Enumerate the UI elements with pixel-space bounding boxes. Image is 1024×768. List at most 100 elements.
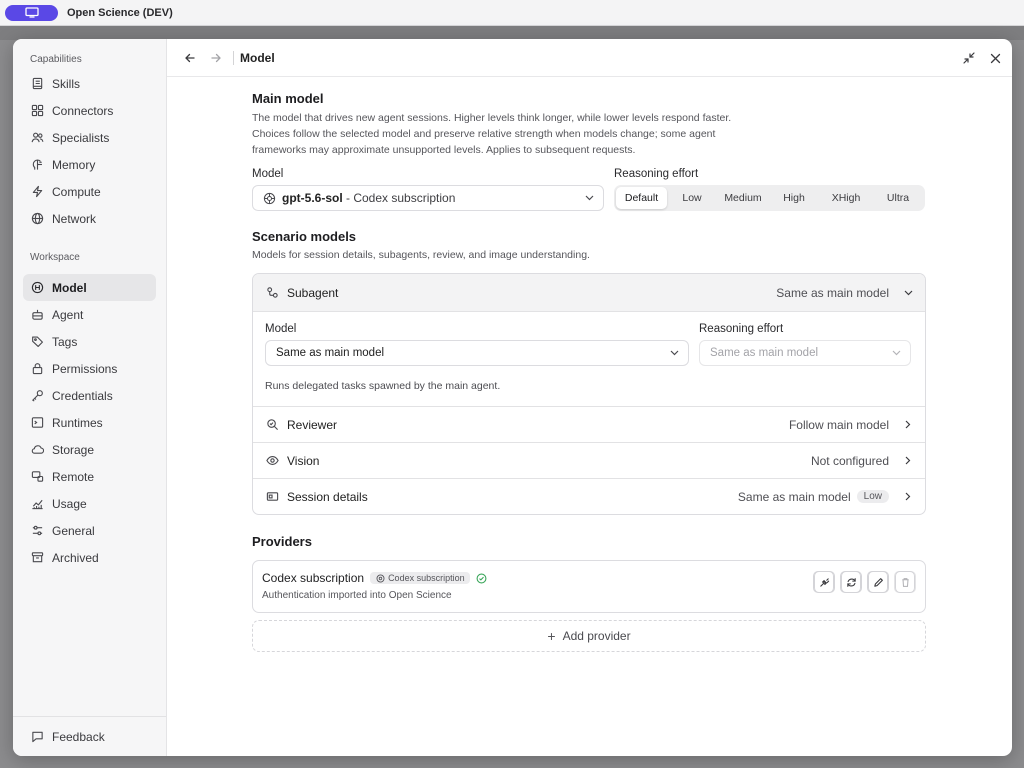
scenario-row-value: Follow main model [788, 417, 889, 432]
session-details-value: Same as main model [737, 489, 851, 504]
provider-type-tag: Codex subscription [370, 572, 470, 584]
effort-option-high[interactable]: High [769, 187, 819, 209]
provider-edit-button[interactable] [867, 571, 889, 593]
robot-icon [30, 308, 44, 322]
subagent-effort-select: Same as main model [699, 340, 911, 366]
eye-icon [265, 454, 279, 468]
sidebar-item-credentials[interactable]: Credentials [23, 382, 156, 409]
scenario-models-card: Subagent Same as main model Model Reason… [252, 273, 926, 515]
key-icon [30, 389, 44, 403]
effort-option-xhigh[interactable]: XHigh [819, 187, 873, 209]
openai-icon [375, 573, 385, 583]
tag-icon [30, 335, 44, 349]
sidebar-item-label: Permissions [52, 361, 118, 376]
forward-button[interactable] [207, 49, 225, 67]
sliders-icon [30, 524, 44, 538]
grid-icon [30, 104, 44, 118]
archive-icon [30, 551, 44, 565]
subagent-effort-label: Reasoning effort [699, 323, 784, 335]
effort-option-low[interactable]: Low [667, 187, 717, 209]
scenario-row-reviewer[interactable]: Reviewer Follow main model [253, 406, 925, 442]
sidebar-item-label: Model [52, 280, 87, 295]
scenario-models-description: Models for session details, subagents, r… [252, 249, 590, 261]
arrow-right-icon [210, 52, 222, 64]
sidebar-item-permissions[interactable]: Permissions [23, 355, 156, 382]
review-icon [265, 418, 279, 432]
back-button[interactable] [181, 49, 199, 67]
model-label: Model [252, 168, 284, 180]
subagent-model-select[interactable]: Same as main model [265, 340, 689, 366]
sidebar-item-memory[interactable]: Memory [23, 151, 156, 178]
check-circle-icon [476, 573, 487, 584]
provider-connect-button[interactable] [813, 571, 835, 593]
sidebar-item-remote[interactable]: Remote [23, 463, 156, 490]
scenario-row-label: Subagent [287, 285, 339, 300]
sidebar-item-runtimes[interactable]: Runtimes [23, 409, 156, 436]
main-model-description: The model that drives new agent sessions… [252, 112, 732, 156]
effort-option-ultra[interactable]: Ultra [873, 187, 923, 209]
effort-option-default[interactable]: Default [616, 187, 667, 209]
sidebar-item-skills[interactable]: Skills [23, 70, 156, 97]
model-icon [30, 281, 44, 295]
model-settings-content: Main model The model that drives new age… [252, 91, 926, 652]
sidebar-item-specialists[interactable]: Specialists [23, 124, 156, 151]
providers-heading: Providers [252, 534, 312, 549]
sidebar-item-label: Specialists [52, 130, 110, 145]
scenario-row-subagent[interactable]: Subagent Same as main model [253, 274, 925, 311]
pencil-icon [868, 571, 888, 593]
page-header: Model [167, 39, 1012, 77]
lock-icon [30, 362, 44, 376]
brain-icon [30, 158, 44, 172]
scenario-row-session-details[interactable]: Session details Same as main model Low [253, 478, 925, 514]
add-provider-button[interactable]: + Add provider [252, 620, 926, 652]
close-button[interactable] [986, 49, 1004, 67]
reasoning-effort-segmented-control: Default Low Medium High XHigh Ultra [614, 185, 925, 211]
sidebar-item-storage[interactable]: Storage [23, 436, 156, 463]
sidebar-item-model[interactable]: Model [23, 274, 156, 301]
remote-icon [30, 470, 44, 484]
settings-main: Model Main model The model that drives n… [167, 39, 1012, 756]
subagent-settings-panel: Model Reasoning effort Same as main mode… [253, 311, 925, 406]
main-model-select[interactable]: gpt-5.6-sol - Codex subscription [252, 185, 604, 211]
sidebar-item-general[interactable]: General [23, 517, 156, 544]
app-switcher-button[interactable] [5, 4, 58, 21]
chevron-down-icon [903, 288, 913, 298]
provider-delete-button[interactable] [894, 571, 916, 593]
effort-option-medium[interactable]: Medium [717, 187, 769, 209]
sidebar-item-network[interactable]: Network [23, 205, 156, 232]
scenario-row-label: Session details [287, 489, 368, 504]
sidebar-item-agent[interactable]: Agent [23, 301, 156, 328]
subagent-note: Runs delegated tasks spawned by the main… [265, 380, 501, 392]
scenario-row-vision[interactable]: Vision Not configured [253, 442, 925, 478]
sidebar-item-compute[interactable]: Compute [23, 178, 156, 205]
sidebar-item-label: Connectors [52, 103, 114, 118]
sidebar-item-connectors[interactable]: Connectors [23, 97, 156, 124]
sidebar-item-label: Archived [52, 550, 99, 565]
sidebar-item-label: Usage [52, 496, 87, 511]
app-titlebar: Open Science (DEV) [0, 0, 1024, 26]
main-model-name: gpt-5.6-sol [282, 191, 343, 205]
sidebar-item-label: General [52, 523, 95, 538]
provider-tag-label: Codex subscription [388, 573, 465, 583]
collapse-button[interactable] [960, 49, 978, 67]
app-title: Open Science (DEV) [67, 6, 173, 19]
chat-bubble-icon [30, 730, 44, 744]
main-model-provider: - Codex subscription [342, 191, 456, 205]
add-provider-label: Add provider [562, 629, 631, 643]
sidebar-item-usage[interactable]: Usage [23, 490, 156, 517]
minimize-arrows-icon [960, 49, 978, 67]
cloud-icon [30, 443, 44, 457]
globe-icon [30, 212, 44, 226]
provider-refresh-button[interactable] [840, 571, 862, 593]
chevron-right-icon [903, 420, 913, 430]
sidebar-item-tags[interactable]: Tags [23, 328, 156, 355]
sidebar-item-archived[interactable]: Archived [23, 544, 156, 571]
sidebar-item-label: Network [52, 211, 97, 226]
sidebar-heading-workspace: Workspace [30, 252, 80, 263]
scenario-row-label: Vision [287, 453, 320, 468]
subagent-effort-value: Same as main model [710, 347, 819, 359]
main-model-heading: Main model [252, 91, 324, 106]
chevron-down-icon [891, 348, 901, 358]
feedback-button[interactable]: Feedback [13, 716, 166, 756]
arrow-left-icon [184, 52, 196, 64]
